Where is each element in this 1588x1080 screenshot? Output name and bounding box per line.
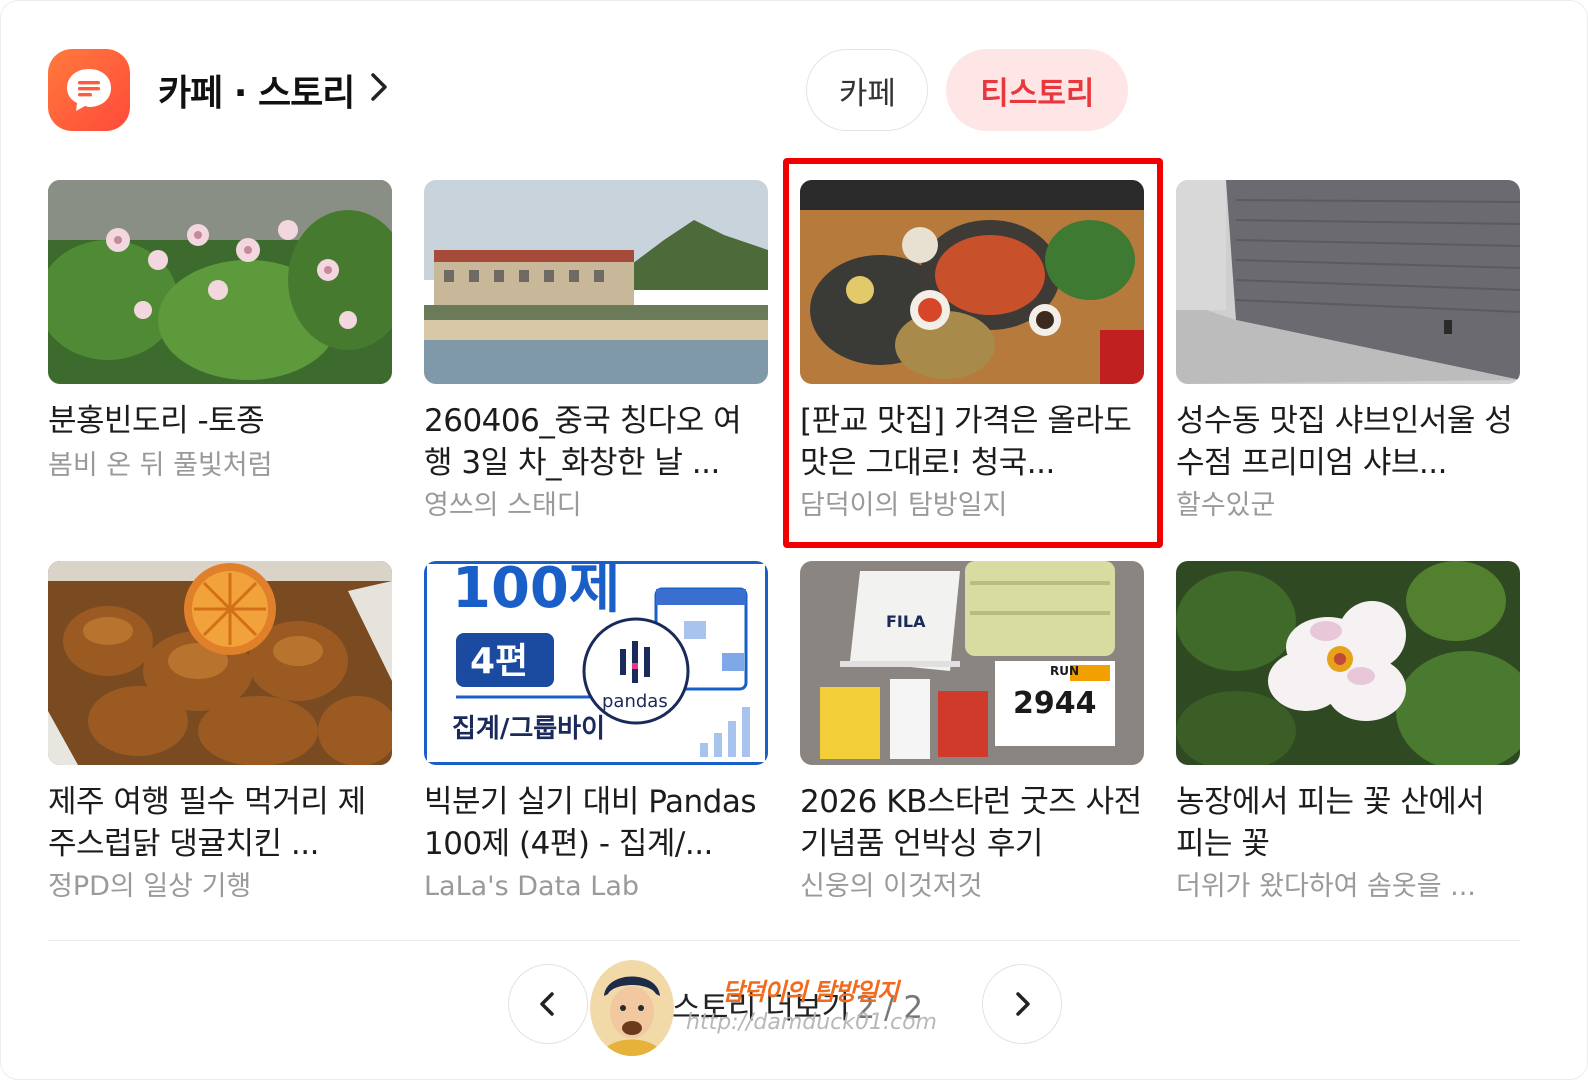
thumbnail-flowers[interactable] <box>48 180 392 384</box>
prev-page-button[interactable] <box>508 964 588 1044</box>
card-blog-name: 영쓰의 스태디 <box>424 490 582 521</box>
chevron-right-icon <box>1016 992 1030 1016</box>
card-title[interactable]: 260406_중국 칭다오 여행 3일 차_화창한 날 ... <box>424 400 768 484</box>
chevron-right-icon[interactable] <box>368 70 390 110</box>
card-title[interactable]: 2026 KB스타런 굿즈 사전 기념품 언박싱 후기 <box>800 781 1144 865</box>
thumbnail-building-wall[interactable] <box>1176 180 1520 384</box>
section-header: 카페 · 스토리 카페 티스토리 <box>48 48 1130 132</box>
card-blog-name: 담덕이의 탐방일지 <box>800 490 1008 521</box>
watermark-name: 담덕이의 탐방일지 <box>722 978 899 1006</box>
story-card[interactable]: 농장에서 피는 꽃 산에서 피는 꽃 더위가 왔다하여 솜옷을 ... <box>1176 561 1520 907</box>
story-card[interactable]: FILA RUN 2944 2026 KB스타런 굿즈 사전 기념품 언박싱 후… <box>800 561 1144 907</box>
thumbnail-peony-flower[interactable] <box>1176 561 1520 765</box>
thumbnail-pandas-100[interactable]: 100제 4편 집계/그룹바이 pandas <box>424 561 768 765</box>
more-stories-link[interactable]: 스토리 더보기 2 / 2 담덕이의 탐방일지 http://damduck01.… <box>590 958 980 1058</box>
divider <box>48 940 1520 941</box>
card-title[interactable]: 농장에서 피는 꽃 산에서 피는 꽃 <box>1176 781 1520 865</box>
card-title[interactable]: 분홍빈도리 -토종 <box>48 400 392 442</box>
thumb-badge-text: 4편 <box>470 641 528 682</box>
story-card[interactable]: 260406_중국 칭다오 여행 3일 차_화창한 날 ... 영쓰의 스태디 <box>424 180 768 526</box>
story-card[interactable]: 성수동 맛집 샤브인서울 성수점 프리미엄 샤브... 할수있군 <box>1176 180 1520 526</box>
card-blog-name: LaLa's Data Lab <box>424 871 640 902</box>
watermark-avatar <box>590 960 674 1056</box>
thumb-race-text: RUN <box>1050 664 1079 678</box>
card-blog-name: 할수있군 <box>1176 490 1276 521</box>
section-title[interactable]: 카페 · 스토리 <box>158 64 355 116</box>
card-title[interactable]: 빅분기 실기 대비 Pandas 100제 (4편) - 집계/... <box>424 781 768 865</box>
chat-bubble-logo-icon <box>48 49 130 131</box>
chevron-left-icon <box>540 992 554 1016</box>
tab-cafe[interactable]: 카페 <box>806 49 929 131</box>
thumb-caption-text: 집계/그룹바이 <box>452 714 605 744</box>
tab-tistory[interactable]: 티스토리 <box>946 49 1129 131</box>
thumbnail-race-goods[interactable]: FILA RUN 2944 <box>800 561 1144 765</box>
card-title[interactable]: 성수동 맛집 샤브인서울 성수점 프리미엄 샤브... <box>1176 400 1520 484</box>
story-card[interactable]: 제주 여행 필수 먹거리 제주스럽닭 댕귤치킨 ... 정PD의 일상 기행 <box>48 561 392 907</box>
card-blog-name: 정PD의 일상 기행 <box>48 871 252 902</box>
story-card[interactable]: 분홍빈도리 -토종 봄비 온 뒤 풀빛처럼 <box>48 180 392 486</box>
story-card[interactable]: [판교 맛집] 가격은 올라도 맛은 그대로! 청국... 담덕이의 탐방일지 <box>800 180 1144 526</box>
thumb-brand-text: FILA <box>886 612 926 631</box>
card-blog-name: 더위가 왔다하여 솜옷을 ... <box>1176 871 1476 902</box>
card-title[interactable]: [판교 맛집] 가격은 올라도 맛은 그대로! 청국... <box>800 400 1144 484</box>
thumb-logo-text: pandas <box>602 691 668 712</box>
card-blog-name: 신웅의 이것저것 <box>800 871 983 902</box>
story-card[interactable]: 100제 4편 집계/그룹바이 pandas 빅분기 실기 대비 Pandas … <box>424 561 768 907</box>
next-page-button[interactable] <box>982 964 1062 1044</box>
widget-frame <box>0 0 1588 1080</box>
thumbnail-korean-food[interactable] <box>800 180 1144 384</box>
thumbnail-fried-chicken[interactable] <box>48 561 392 765</box>
watermark-url: http://damduck01.com <box>686 1010 937 1035</box>
card-title[interactable]: 제주 여행 필수 먹거리 제주스럽닭 댕귤치킨 ... <box>48 781 392 865</box>
thumb-title-text: 100제 <box>452 561 620 621</box>
thumb-bib-text: 2944 <box>1013 686 1097 721</box>
thumbnail-coast[interactable] <box>424 180 768 384</box>
card-blog-name: 봄비 온 뒤 풀빛처럼 <box>48 450 273 481</box>
